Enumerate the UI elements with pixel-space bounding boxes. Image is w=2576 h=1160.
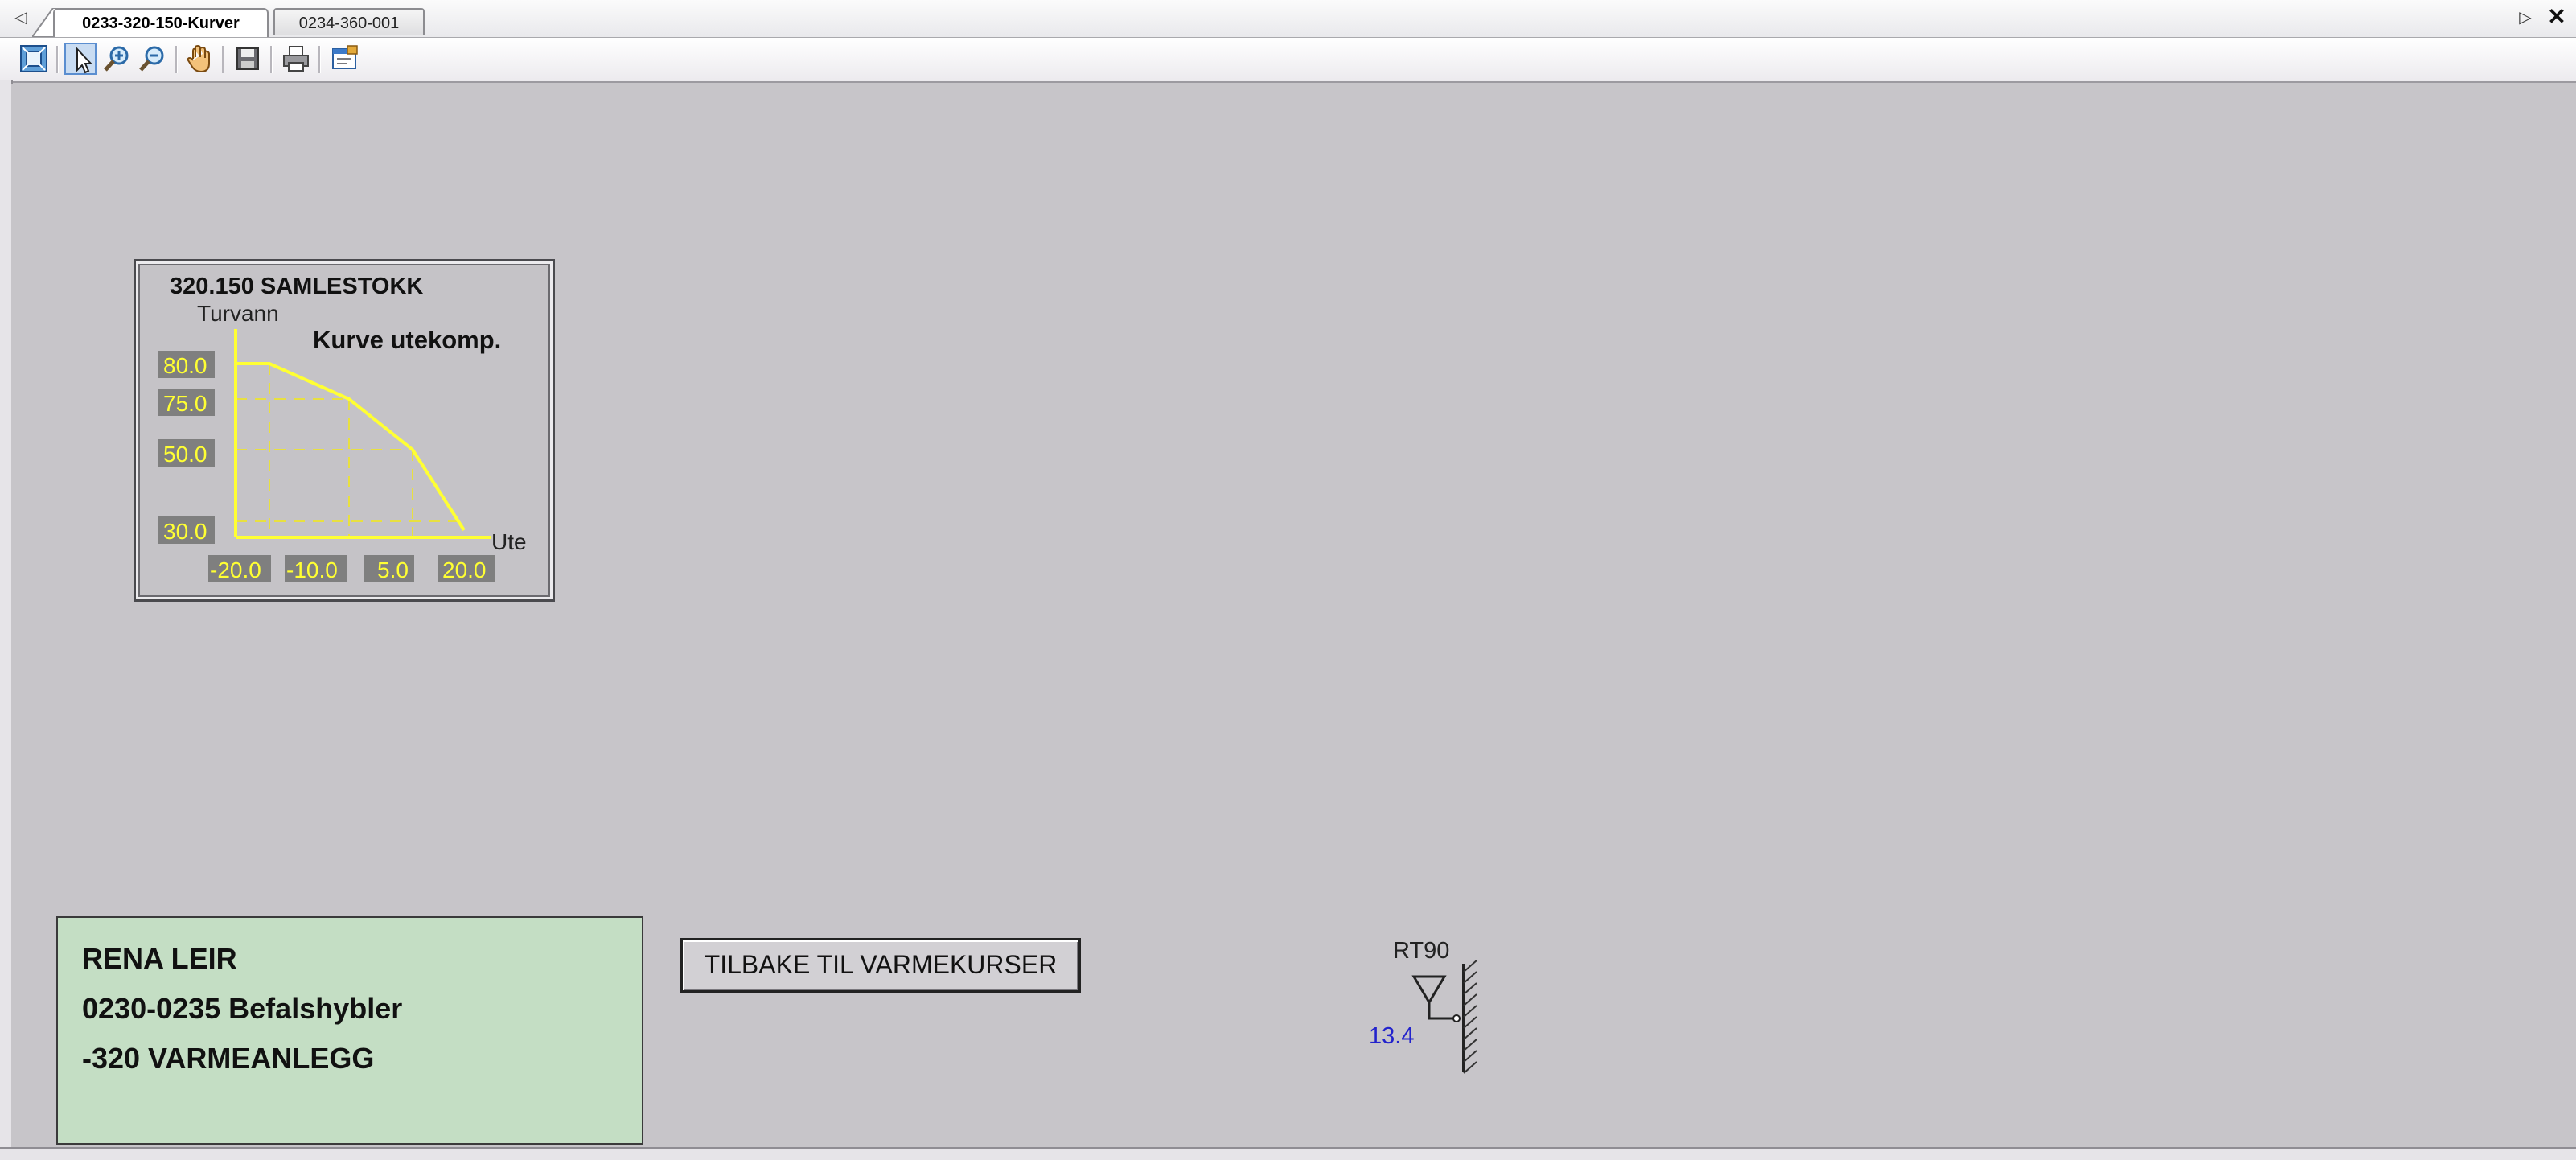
triangle-left-icon[interactable]: ◁ xyxy=(11,8,31,27)
y-axis-label: Turvann xyxy=(197,301,279,326)
x-value-20[interactable]: 20.0 xyxy=(438,555,495,582)
x-value-minus20[interactable]: -20.0 xyxy=(208,555,271,582)
curve-heading: Kurve utekomp. xyxy=(313,326,501,354)
curve-guides xyxy=(236,364,464,537)
svg-text:-20.0: -20.0 xyxy=(210,557,261,582)
tab-kurver[interactable]: 0233-320-150-Kurver xyxy=(53,8,269,37)
toolbar-separator xyxy=(270,46,273,73)
y-value-80[interactable]: 80.0 xyxy=(158,351,215,378)
curve-panel-title: 320.150 SAMLESTOKK xyxy=(170,274,423,299)
svg-text:-10.0: -10.0 xyxy=(286,557,338,582)
toolbar-separator xyxy=(175,46,178,73)
site-name: RENA LEIR xyxy=(82,942,237,975)
svg-text:30.0: 30.0 xyxy=(163,519,207,544)
toolbar-separator xyxy=(318,46,321,73)
curve-axes xyxy=(234,329,491,539)
x-value-minus10[interactable]: -10.0 xyxy=(285,555,347,582)
system-name: -320 VARMEANLEGG xyxy=(82,1042,375,1075)
back-to-heating-curves-button[interactable]: TILBAKE TIL VARMEKURSER xyxy=(680,938,1081,993)
y-value-75[interactable]: 75.0 xyxy=(158,389,215,416)
y-value-50[interactable]: 50.0 xyxy=(158,439,215,467)
svg-text:50.0: 50.0 xyxy=(163,442,207,467)
toolbar xyxy=(0,38,2576,83)
select-pointer-icon[interactable] xyxy=(64,43,97,75)
triangle-right-icon[interactable]: ▷ xyxy=(2516,8,2534,27)
print-icon[interactable] xyxy=(280,43,312,75)
svg-text:75.0: 75.0 xyxy=(163,391,207,416)
y-value-30[interactable]: 30.0 xyxy=(158,516,215,544)
outdoor-sensor-icon[interactable] xyxy=(1351,936,1496,1081)
building-name: 0230-0235 Befalshybler xyxy=(82,992,403,1025)
zoom-to-fit-icon[interactable] xyxy=(18,43,50,75)
zoom-out-icon[interactable] xyxy=(137,43,169,75)
save-icon[interactable] xyxy=(232,43,264,75)
zoom-in-icon[interactable] xyxy=(101,43,134,75)
pan-hand-icon[interactable] xyxy=(183,43,216,75)
close-icon[interactable]: ✕ xyxy=(2547,6,2566,28)
svg-text:80.0: 80.0 xyxy=(163,353,207,378)
svg-text:5.0: 5.0 xyxy=(377,557,409,582)
curve-panel: 320.150 SAMLESTOKK Turvann Kurve utekomp… xyxy=(134,259,555,602)
toolbar-separator xyxy=(56,46,59,73)
sensor-value: 13.4 xyxy=(1369,1023,1415,1049)
site-info-box: RENA LEIR 0230-0235 Befalshybler -320 VA… xyxy=(56,916,643,1145)
tab-bar: ◁ 0233-320-150-Kurver 0234-360-001 ▷ ✕ xyxy=(0,0,2576,38)
properties-icon[interactable] xyxy=(328,43,360,75)
x-axis-label: Ute xyxy=(491,529,527,554)
svg-text:20.0: 20.0 xyxy=(442,557,487,582)
tab-0234-360-001[interactable]: 0234-360-001 xyxy=(273,8,425,35)
toolbar-separator xyxy=(222,46,224,73)
x-value-5[interactable]: 5.0 xyxy=(364,555,414,582)
